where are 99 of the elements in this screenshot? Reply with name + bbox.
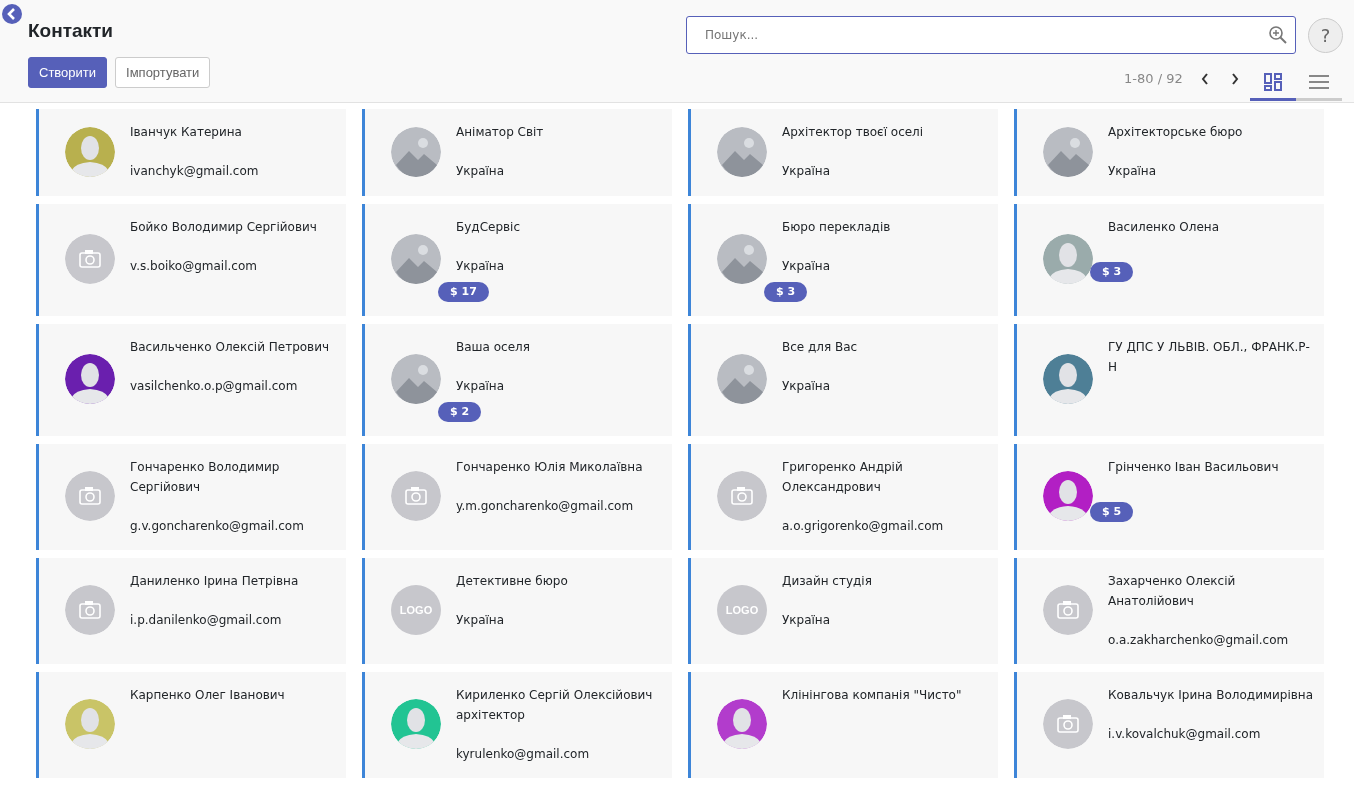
contact-card[interactable]: Василенко Олена $ 3 (1014, 204, 1324, 316)
contact-email: v.s.boiko@gmail.com (130, 258, 258, 275)
contact-card[interactable]: Захарченко Олексій Анатолійович o.a.zakharchenko@gmail.com (1014, 558, 1324, 664)
contact-card[interactable]: Ваша оселя Україна $ 2 (362, 324, 672, 436)
contact-card[interactable]: Грінченко Іван Васильович $ 5 (1014, 444, 1324, 550)
contact-name: Карпенко Олег Іванович (130, 687, 285, 704)
contact-name: Іванчук Катерина (130, 124, 243, 141)
grid-icon[interactable] (1264, 72, 1282, 91)
page-title: Контакти (28, 19, 114, 43)
contact-email: kyrulenko@gmail.com (456, 746, 591, 763)
photo-placeholder (717, 234, 767, 284)
photo-placeholder (717, 354, 767, 404)
contact-name: Бюро перекладів (782, 219, 891, 236)
photo-placeholder (391, 234, 441, 284)
photo-placeholder (717, 126, 767, 177)
contact-name: Гончаренко Володимир Сергійович (130, 459, 281, 496)
contact-card[interactable]: Карпенко Олег Іванович (36, 672, 346, 778)
amount-badge: $ 17 (438, 282, 489, 302)
help-button[interactable]: ? (1308, 18, 1343, 53)
contact-country: Україна (456, 163, 506, 180)
contact-name: Архітекторське бюро (1108, 124, 1243, 141)
camera-icon (717, 471, 767, 521)
contact-email: vasilchenko.o.p@gmail.com (130, 378, 299, 395)
contact-country: Україна (456, 612, 506, 629)
photo-placeholder (391, 354, 441, 404)
contact-email: i.p.danilenko@gmail.com (130, 612, 283, 629)
contact-name: Все для Вас (782, 339, 858, 356)
camera-icon (1043, 585, 1093, 635)
contact-country: Україна (782, 163, 832, 180)
contact-name: Григоренко Андрій Олександрович (782, 459, 904, 496)
photo-placeholder (391, 126, 441, 177)
contact-name: Кириленко Сергій Олексійович (456, 687, 653, 704)
contact-name: Архітектор твоєї оселі (782, 124, 924, 141)
logo-placeholder: LOGO (717, 585, 767, 635)
menu-icon[interactable] (1309, 73, 1329, 90)
back-button[interactable] (2, 4, 22, 24)
amount-badge: $ 3 (1090, 262, 1134, 282)
contact-name: Захарченко Олексій Анатолійович (1108, 573, 1237, 610)
contact-name: Клінінгова компанія "Чисто" (782, 687, 962, 704)
search-field[interactable]: Пошук... (686, 16, 1296, 54)
contact-email: i.v.kovalchuk@gmail.com (1108, 726, 1262, 743)
contact-country: Україна (1108, 163, 1158, 180)
contact-email: ivanchyk@gmail.com (130, 163, 259, 180)
contact-country: Україна (782, 612, 832, 629)
contact-name: Даниленко Ірина Петрівна (130, 573, 299, 590)
contact-country: Україна (456, 378, 506, 395)
contact-name: Бойко Володимир Сергійович (130, 219, 317, 236)
camera-icon (391, 471, 441, 521)
contact-name: Грінченко Іван Васильович (1108, 459, 1279, 476)
job-title: архітектор (456, 707, 526, 724)
contact-country: Україна (782, 378, 832, 395)
contact-card[interactable]: БудСервіс Україна $ 17 (362, 204, 672, 316)
amount-badge: $ 2 (438, 402, 482, 422)
amount-badge: $ 5 (1090, 502, 1134, 522)
contact-card[interactable]: Все для Вас Україна (688, 324, 998, 436)
contact-card[interactable]: Гончаренко Володимир Сергійович g.v.goncharenko@gmail.com (36, 444, 346, 550)
import-button[interactable]: Імпортувати (115, 56, 211, 89)
contact-card[interactable]: Аніматор Світ Україна (362, 109, 672, 196)
contact-card[interactable]: Даниленко Ірина Петрівна i.p.danilenko@gmail.com (36, 558, 346, 664)
camera-icon (1043, 699, 1093, 749)
contact-card[interactable]: Кириленко Сергій Олексійович архітектор kyrulenko@gmail.com (362, 672, 672, 778)
contact-card[interactable]: Васильченко Олексій Петрович vasilchenko.o.p@gmail.com (36, 324, 346, 436)
contact-name: Детективне бюро (456, 573, 568, 590)
contact-name: Гончаренко Юлія Миколаївна (456, 459, 643, 476)
contact-card[interactable]: Ковальчук Ірина Володимирівна i.v.kovalchuk@gmail.com (1014, 672, 1324, 778)
contact-card[interactable]: Іванчук Катерина ivanchyk@gmail.com (36, 109, 346, 196)
contact-name: Василенко Олена (1108, 219, 1219, 236)
contact-name: ГУ ДПС У ЛЬВІВ. ОБЛ., ФРАНК.Р-Н (1108, 339, 1311, 376)
contact-card[interactable]: Бюро перекладів Україна $ 3 (688, 204, 998, 316)
contact-name: Дизайн студія (782, 573, 872, 590)
camera-icon (65, 234, 115, 284)
contact-name: Васильченко Олексій Петрович (130, 339, 330, 356)
pager-text: 1-80 / 92 (1124, 70, 1183, 88)
logo-placeholder: LOGO (391, 585, 441, 635)
contact-card[interactable]: Клінінгова компанія "Чисто" (688, 672, 998, 778)
create-button[interactable]: Створити (28, 56, 108, 89)
camera-icon (65, 471, 115, 521)
contact-card[interactable]: ГУ ДПС У ЛЬВІВ. ОБЛ., ФРАНК.Р-Н (1014, 324, 1324, 436)
contact-name: Ковальчук Ірина Володимирівна (1108, 687, 1313, 704)
contact-country: Україна (782, 258, 832, 275)
contact-email: y.m.goncharenko@gmail.com (456, 498, 635, 515)
contact-name: Аніматор Світ (456, 124, 544, 141)
contact-card[interactable]: LOGO Детективне бюро Україна (362, 558, 672, 664)
contact-card[interactable]: Архітекторське бюро Україна (1014, 109, 1324, 196)
contact-email: g.v.goncharenko@gmail.com (130, 518, 305, 535)
search-icon[interactable] (1268, 25, 1288, 45)
amount-badge: $ 3 (764, 282, 808, 302)
photo-placeholder (1043, 126, 1093, 177)
contact-card[interactable]: LOGO Дизайн студія Україна (688, 558, 998, 664)
contact-email: o.a.zakharchenko@gmail.com (1108, 632, 1290, 649)
camera-icon (65, 585, 115, 635)
contact-name: Ваша оселя (456, 339, 530, 356)
contact-card[interactable]: Архітектор твоєї оселі Україна (688, 109, 998, 196)
contact-name: БудСервіс (456, 219, 520, 236)
contact-card[interactable]: Григоренко Андрій Олександрович a.o.grigorenko@gmail.com (688, 444, 998, 550)
contact-card[interactable]: Бойко Володимир Сергійович v.s.boiko@gmail.com (36, 204, 346, 316)
contact-card[interactable]: Гончаренко Юлія Миколаївна y.m.goncharenko@gmail.com (362, 444, 672, 550)
contact-country: Україна (456, 258, 506, 275)
contact-email: a.o.grigorenko@gmail.com (782, 518, 945, 535)
